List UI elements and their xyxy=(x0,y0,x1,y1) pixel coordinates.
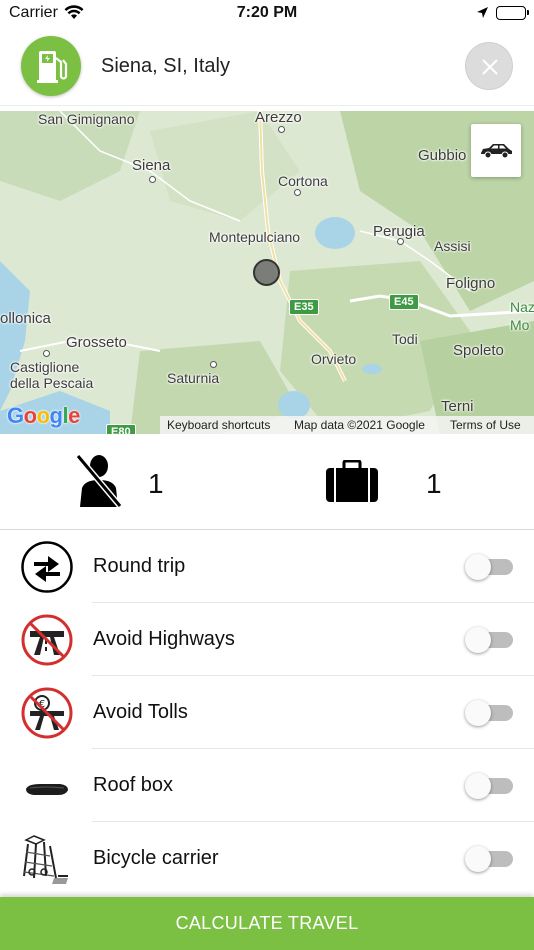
map-label-todi: Todi xyxy=(392,331,418,347)
road-shield-e80: E80 xyxy=(106,424,136,434)
round-trip-toggle[interactable] xyxy=(465,554,514,580)
map-label-assisi: Assisi xyxy=(434,238,471,254)
map-label-grosseto: Grosseto xyxy=(66,334,127,351)
option-round-trip[interactable]: Round trip xyxy=(0,530,534,603)
option-label: Roof box xyxy=(93,774,174,796)
map-label-arezzo: Arezzo xyxy=(255,111,302,126)
google-logo: Google xyxy=(7,403,80,428)
close-button[interactable] xyxy=(465,42,513,90)
map-data-attribution: Map data ©2021 Google xyxy=(294,418,425,432)
car-icon xyxy=(481,144,512,159)
fuel-station-button[interactable] xyxy=(21,36,81,96)
option-bicycle-carrier[interactable]: Bicycle carrier xyxy=(0,822,534,895)
map-label-gubbio: Gubbio xyxy=(418,147,467,164)
vehicle-button[interactable] xyxy=(471,124,521,177)
map-label-orvieto: Orvieto xyxy=(311,351,357,367)
bicycle-carrier-icon xyxy=(20,832,74,886)
city-dot xyxy=(294,189,301,196)
no-highway-icon xyxy=(20,613,74,667)
city-dot xyxy=(210,361,217,368)
counters-panel: 1 1 xyxy=(0,434,534,530)
map-label-terni: Terni xyxy=(441,398,474,415)
roof-box-icon xyxy=(20,759,74,813)
battery-icon xyxy=(496,6,529,20)
avoid-highways-toggle[interactable] xyxy=(465,627,514,653)
city-dot xyxy=(278,126,285,133)
map-label-montepulciano: Montepulciano xyxy=(209,229,301,245)
option-label: Round trip xyxy=(93,555,186,577)
no-passenger-icon[interactable] xyxy=(75,454,123,513)
no-toll-icon: € xyxy=(20,686,74,740)
status-bar: Carrier 7:20 PM xyxy=(0,0,534,27)
map-label-foligno: Foligno xyxy=(446,275,496,292)
option-label: Bicycle carrier xyxy=(93,847,219,869)
map-label-della-pescaia: della Pescaia xyxy=(10,375,94,391)
road-shield-e45: E45 xyxy=(389,294,419,310)
road-shield-e35: E35 xyxy=(289,299,319,315)
location-title: Siena, SI, Italy xyxy=(101,55,230,77)
calculate-travel-button[interactable]: CALCULATE TRAVEL xyxy=(0,897,534,950)
header: Siena, SI, Italy xyxy=(0,27,534,106)
city-dot xyxy=(43,350,50,357)
map-label-siena: Siena xyxy=(132,157,171,174)
avoid-tolls-toggle[interactable] xyxy=(465,700,514,726)
suitcase-icon[interactable] xyxy=(325,459,379,508)
map-label-mo: Mo xyxy=(510,317,530,333)
map-label-naz: Naz xyxy=(510,299,534,315)
map-label-castiglione: Castiglione xyxy=(10,359,80,375)
fuel-station-icon xyxy=(37,51,68,83)
map-label-san-gimignano: San Gimignano xyxy=(38,111,135,127)
terms-of-use-link[interactable]: Terms of Use xyxy=(450,418,521,432)
status-time: 7:20 PM xyxy=(236,4,298,21)
close-icon xyxy=(482,59,498,75)
map-label-cortona: Cortona xyxy=(278,173,328,189)
option-roof-box[interactable]: Roof box xyxy=(0,749,534,822)
location-pin[interactable] xyxy=(253,259,280,286)
location-arrow-icon xyxy=(476,6,489,24)
option-avoid-tolls[interactable]: € Avoid Tolls xyxy=(0,676,534,749)
option-label: Avoid Tolls xyxy=(93,701,188,723)
map-label-saturnia: Saturnia xyxy=(167,370,220,386)
round-trip-icon xyxy=(20,540,74,594)
map-label-spoleto: Spoleto xyxy=(453,342,504,359)
city-dot xyxy=(149,176,156,183)
map-footer: Keyboard shortcuts Map data ©2021 Google… xyxy=(160,416,534,434)
keyboard-shortcuts-link[interactable]: Keyboard shortcuts xyxy=(167,418,270,432)
option-label: Avoid Highways xyxy=(93,628,235,650)
roof-box-toggle[interactable] xyxy=(465,773,514,799)
luggage-count[interactable]: 1 xyxy=(426,468,442,500)
map-label-follonica: ollonica xyxy=(0,310,51,327)
city-dot xyxy=(397,238,404,245)
passenger-count[interactable]: 1 xyxy=(148,468,164,500)
map-view[interactable]: San Gimignano Arezzo Gubbio Siena Corton… xyxy=(0,111,534,434)
bicycle-carrier-toggle[interactable] xyxy=(465,846,514,872)
option-avoid-highways[interactable]: Avoid Highways xyxy=(0,603,534,676)
